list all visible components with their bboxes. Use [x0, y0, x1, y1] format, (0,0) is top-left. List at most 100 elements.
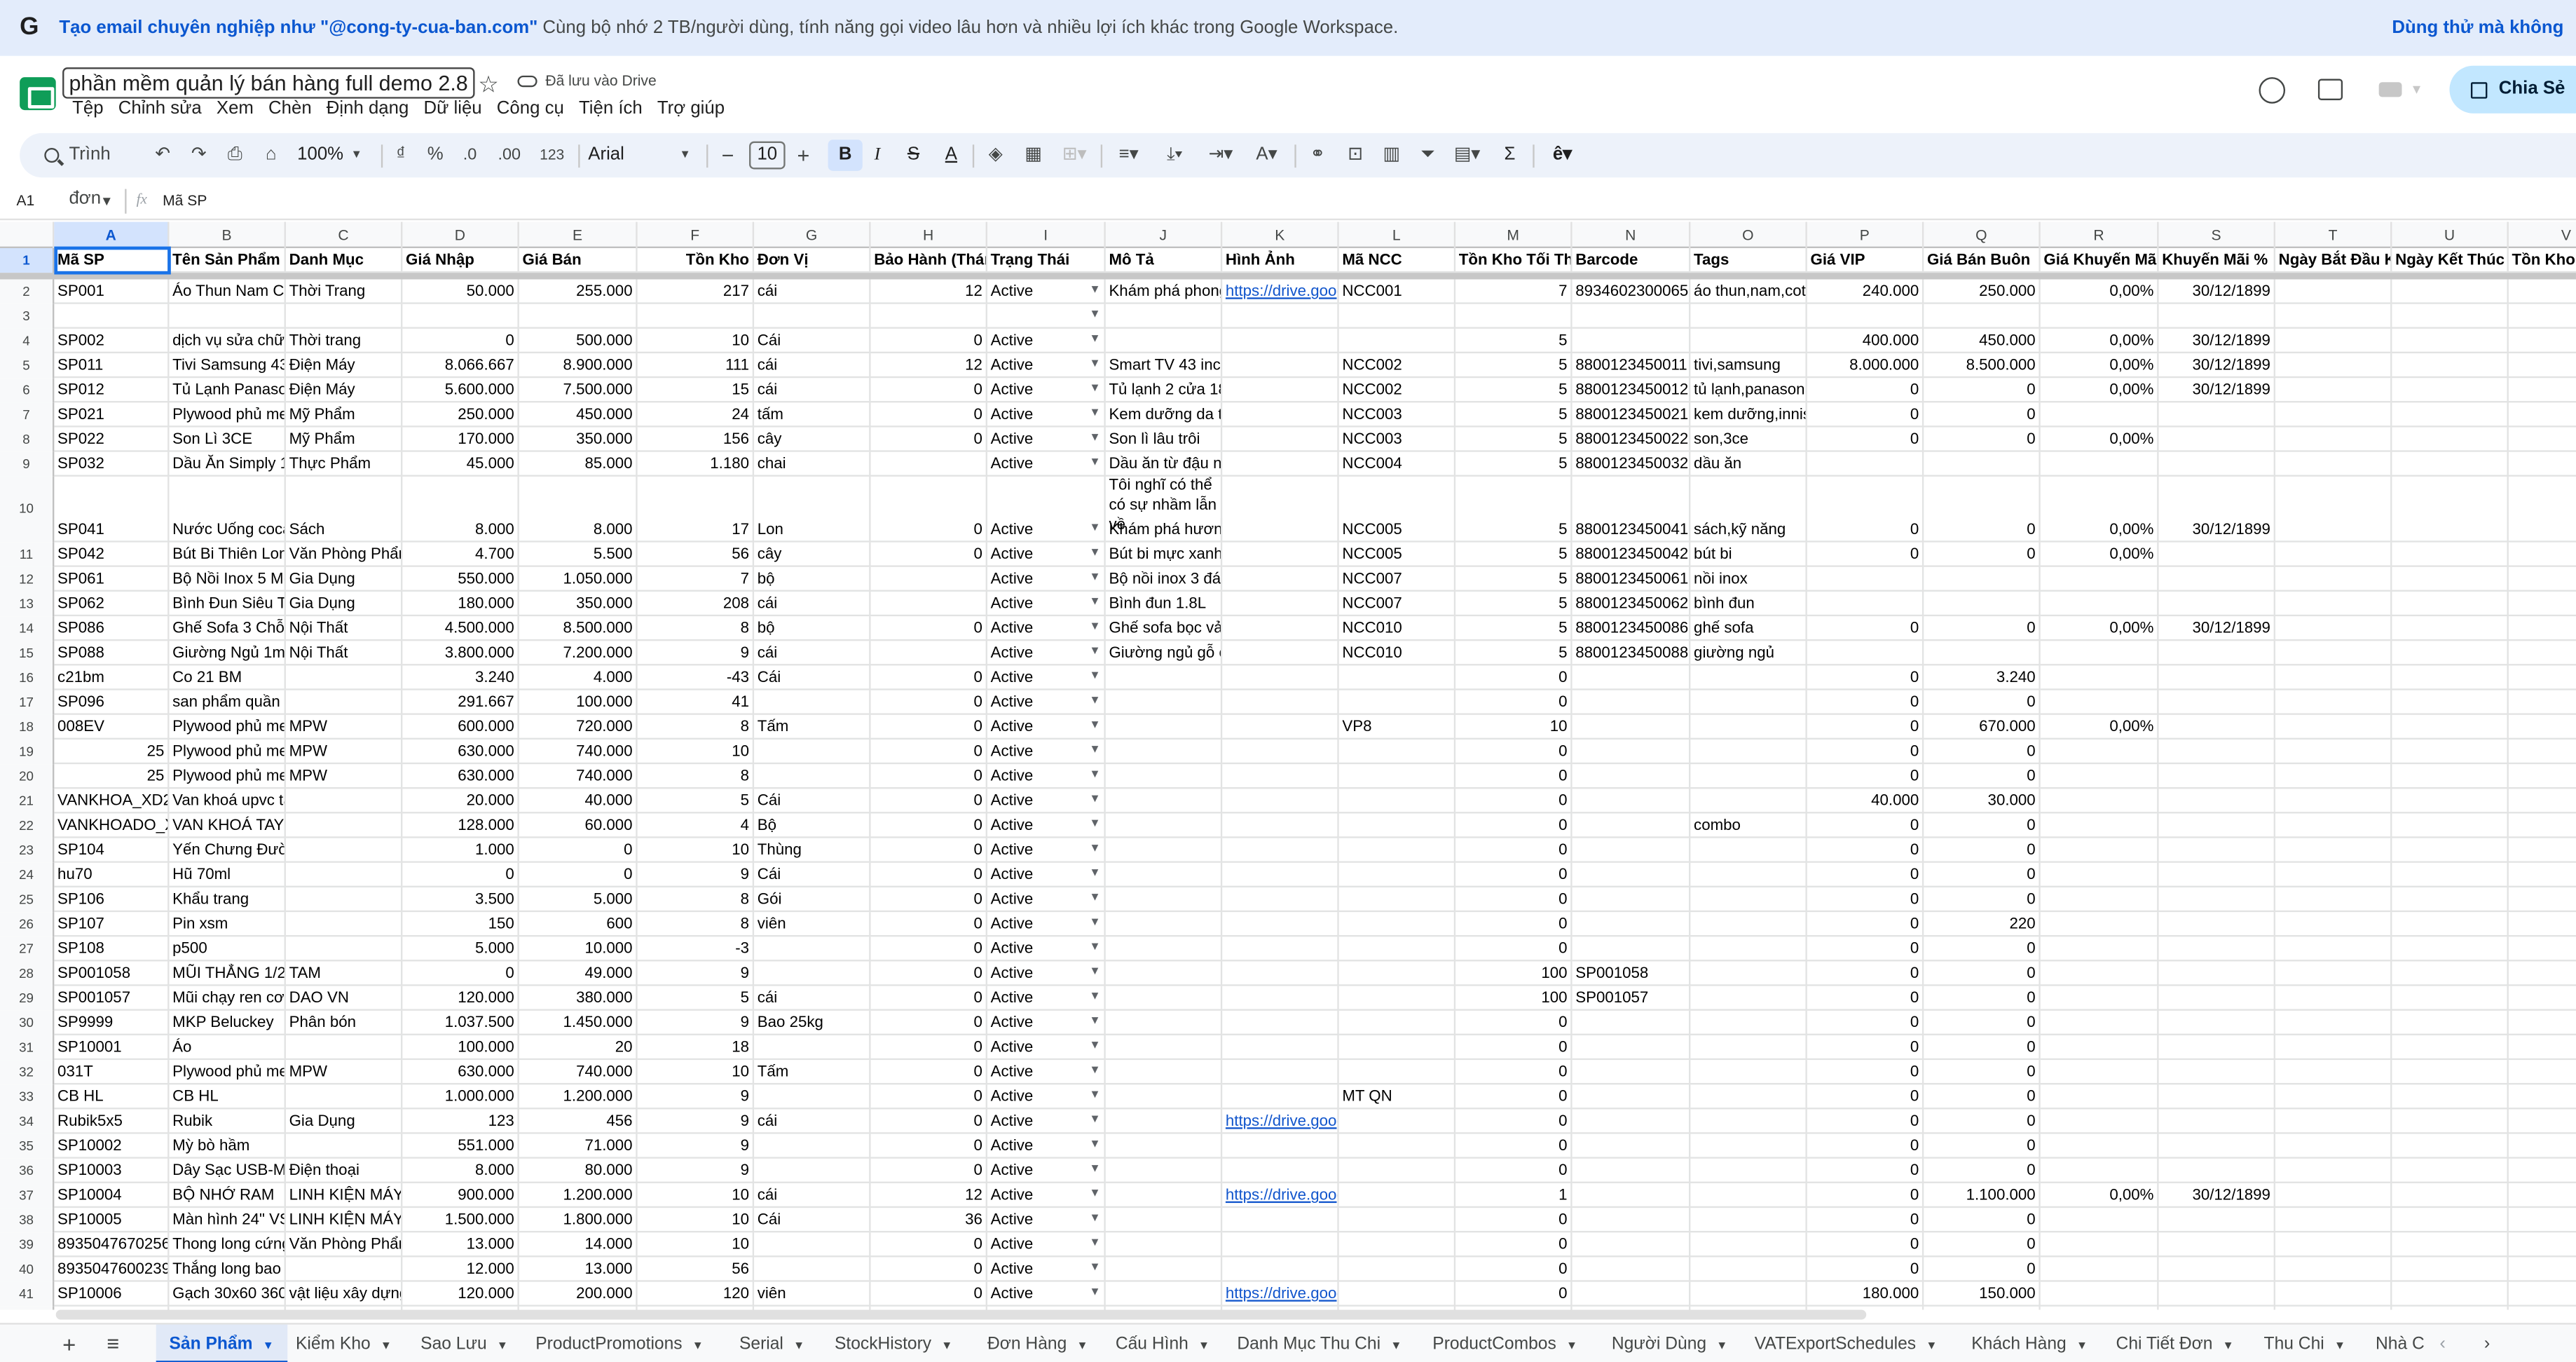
data-cell[interactable]: Active [987, 937, 1106, 962]
row-header[interactable]: 33 [0, 1084, 55, 1110]
data-cell[interactable]: 0,00% [2040, 378, 2159, 403]
data-cell[interactable] [1222, 451, 1339, 477]
data-cell[interactable]: 0 [1924, 476, 2041, 543]
data-cell[interactable]: 8 [637, 714, 755, 740]
data-cell[interactable] [1222, 542, 1339, 567]
data-cell[interactable]: Áo Thun Nam Cổ Tròn [169, 279, 286, 304]
data-cell[interactable]: Bộ nồi inox 3 đáy [1105, 566, 1223, 592]
data-cell[interactable]: Cái [754, 1208, 871, 1233]
data-cell[interactable] [2275, 427, 2392, 452]
data-cell[interactable]: Active [987, 566, 1106, 592]
data-cell[interactable]: MPW [285, 1060, 403, 1085]
data-cell[interactable] [285, 937, 403, 962]
data-cell[interactable]: SP10004 [54, 1183, 170, 1208]
data-cell[interactable]: 0 [870, 1232, 987, 1258]
data-cell[interactable] [1572, 764, 1691, 789]
header-cell[interactable]: Ngày Bắt Đầu KM [2275, 248, 2392, 273]
data-cell[interactable]: 5.000 [519, 887, 638, 913]
data-cell[interactable] [2158, 641, 2275, 666]
data-cell[interactable]: 208 [637, 591, 755, 617]
data-cell[interactable] [754, 304, 871, 329]
data-cell[interactable]: 0 [1807, 1035, 1924, 1061]
data-cell[interactable] [1105, 690, 1223, 715]
data-cell[interactable]: Active [987, 1109, 1106, 1134]
data-cell[interactable]: 0,00% [2040, 279, 2159, 304]
data-cell[interactable] [2392, 1306, 2509, 1310]
header-cell[interactable]: Tên Sản Phẩm [169, 248, 286, 273]
data-cell[interactable]: 0 [1455, 937, 1573, 962]
data-cell[interactable]: 8800123450042 [1572, 542, 1691, 567]
data-cell[interactable]: 7 [1455, 279, 1573, 304]
data-cell[interactable] [2392, 378, 2509, 403]
header-cell[interactable]: Giá Nhập [402, 248, 519, 273]
data-cell[interactable]: 0 [870, 1084, 987, 1110]
print-icon[interactable]: ⎙ [224, 133, 247, 177]
font-size-input[interactable]: 10 [749, 141, 786, 170]
data-cell[interactable] [2275, 714, 2392, 740]
data-cell[interactable] [2158, 427, 2275, 452]
data-cell[interactable] [2392, 328, 2509, 354]
data-cell[interactable] [1690, 862, 1807, 887]
data-cell[interactable]: 3.240 [1924, 665, 2041, 690]
data-cell[interactable] [1338, 690, 1456, 715]
data-cell[interactable] [1105, 813, 1223, 838]
row-header[interactable]: 15 [0, 641, 55, 666]
data-cell[interactable] [2392, 961, 2509, 986]
status-dropdown-chevron-icon[interactable]: ▼ [1089, 523, 1100, 534]
data-cell[interactable]: Bộ [754, 813, 871, 838]
data-cell[interactable]: Active [987, 542, 1106, 567]
status-dropdown-chevron-icon[interactable]: ▼ [1089, 407, 1100, 418]
status-dropdown-chevron-icon[interactable]: ▼ [1089, 794, 1100, 805]
data-cell[interactable] [2508, 740, 2576, 765]
data-cell[interactable] [2508, 986, 2576, 1011]
data-cell[interactable]: 0 [1924, 1232, 2041, 1258]
header-cell[interactable]: Giá Bán [519, 248, 638, 273]
data-cell[interactable] [1338, 1208, 1456, 1233]
data-cell[interactable]: Màn hình 24" VSP [169, 1208, 286, 1233]
data-cell[interactable]: SP001058 [54, 961, 170, 986]
data-cell[interactable]: 40.000 [519, 789, 638, 814]
status-dropdown-chevron-icon[interactable]: ▼ [1089, 991, 1100, 1002]
data-cell[interactable]: 0 [1455, 739, 1573, 765]
data-cell[interactable]: 0 [1807, 542, 1924, 567]
data-cell[interactable]: 0 [870, 1257, 987, 1282]
data-cell[interactable]: 0,00% [2040, 476, 2159, 543]
data-cell[interactable]: 0 [1807, 690, 1924, 715]
status-dropdown-chevron-icon[interactable]: ▼ [1089, 646, 1100, 657]
data-cell[interactable] [1222, 912, 1339, 937]
row-header[interactable]: 18 [0, 714, 55, 740]
data-cell[interactable] [2508, 1109, 2576, 1134]
data-cell[interactable] [1222, 616, 1339, 641]
data-cell[interactable] [1338, 328, 1456, 354]
data-cell[interactable]: 0 [1807, 862, 1924, 887]
formula-input[interactable]: Mã SP [163, 192, 207, 208]
data-cell[interactable] [637, 304, 755, 329]
data-cell[interactable]: Son Lì 3CE [169, 427, 286, 452]
data-cell[interactable] [1338, 1109, 1456, 1134]
italic-button[interactable]: I [865, 133, 889, 177]
status-dropdown-chevron-icon[interactable]: ▼ [1089, 547, 1100, 559]
menu-search-input[interactable]: Trình đơn [69, 133, 141, 208]
data-cell[interactable]: 4.000 [519, 665, 638, 690]
data-cell[interactable]: 0 [1455, 789, 1573, 814]
data-cell[interactable] [285, 1035, 403, 1061]
data-cell[interactable]: 1.000.000 [402, 1084, 519, 1110]
data-cell[interactable]: Active [987, 328, 1106, 354]
chevron-down-icon[interactable]: ▼ [1076, 1341, 1088, 1352]
data-cell[interactable]: 8.000 [402, 1158, 519, 1183]
data-cell[interactable]: Cái [754, 328, 871, 354]
menu-item[interactable]: Định dạng [327, 99, 409, 118]
data-cell[interactable]: SP012 [54, 378, 170, 403]
data-cell[interactable]: VANKHOADO_X [54, 813, 170, 838]
data-cell[interactable]: 123 [402, 1109, 519, 1134]
data-cell[interactable]: 30/12/1899 [2158, 279, 2275, 304]
status-dropdown-chevron-icon[interactable]: ▼ [1089, 285, 1100, 296]
data-cell[interactable]: 630.000 [402, 739, 519, 765]
data-cell[interactable] [2275, 838, 2392, 863]
data-cell[interactable] [2158, 961, 2275, 986]
data-cell[interactable] [2158, 986, 2275, 1011]
data-cell[interactable] [2508, 887, 2576, 913]
data-cell[interactable]: viên [754, 912, 871, 937]
data-cell[interactable]: 0 [1455, 887, 1573, 913]
data-cell[interactable] [1105, 764, 1223, 789]
